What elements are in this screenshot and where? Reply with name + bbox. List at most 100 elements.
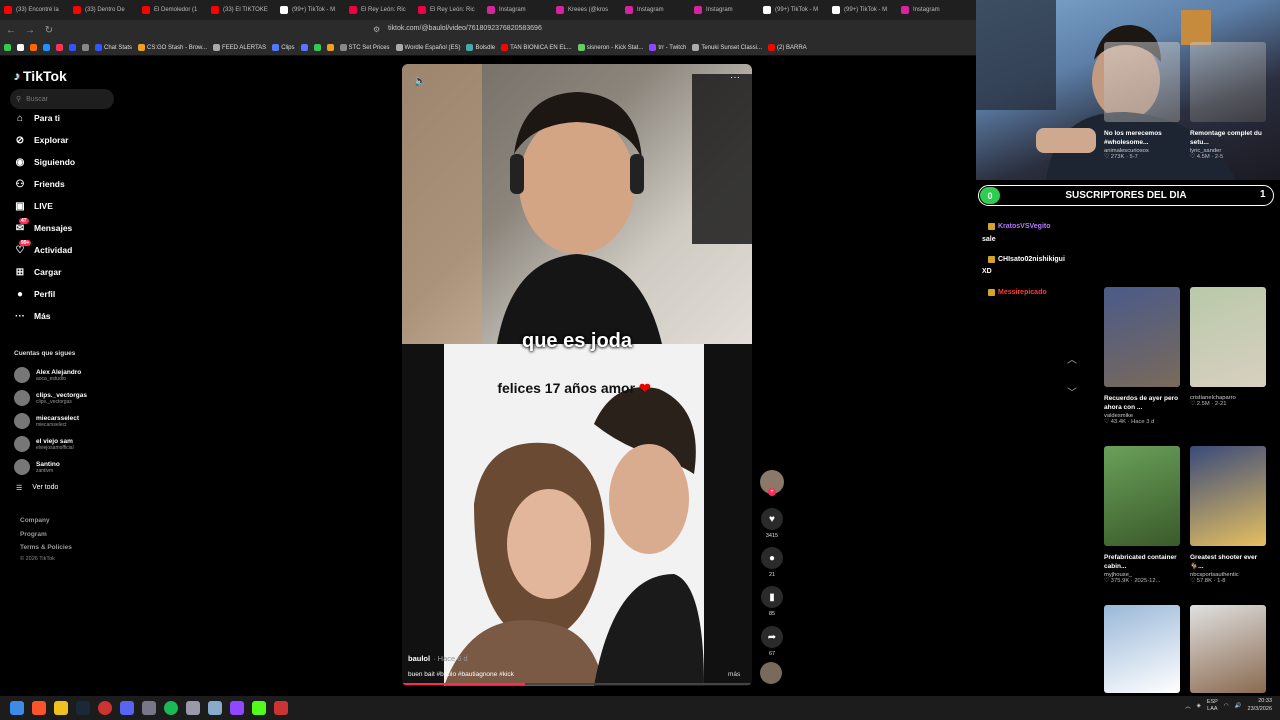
sidebar-item[interactable]: ··· Más	[14, 310, 51, 322]
following-account[interactable]: miecarsselect miecarsselect	[14, 413, 79, 429]
video-player[interactable]: que es joda felices 17 años amor ❤ 🔈 ···…	[402, 64, 752, 686]
video-thumbnail[interactable]	[1190, 42, 1266, 122]
recommended-video-card[interactable]: cristianelchaparro ♡ 2.5M · 2-21	[1190, 287, 1270, 407]
video-thumbnail[interactable]	[1190, 605, 1266, 693]
sidebar-item[interactable]: ⊞ Cargar	[14, 266, 62, 278]
sidebar-item[interactable]: ◉ Siguiendo	[14, 156, 75, 168]
tiktok-logo[interactable]: ♪ TikTok	[14, 68, 67, 84]
windows-start-icon[interactable]	[10, 701, 24, 715]
video-thumbnail[interactable]	[1190, 446, 1266, 546]
scroll-up-icon[interactable]: ︿	[1064, 350, 1080, 366]
explorer-taskbar-icon[interactable]	[54, 701, 68, 715]
recommended-video-card[interactable]: Prefabricated container cabin... myjhouse…	[1104, 446, 1184, 584]
browser-tab[interactable]: Instagram	[621, 0, 690, 20]
sidebar-item[interactable]: ● Perfil	[14, 288, 55, 300]
following-account[interactable]: Alex Alejandro aoca_estudio	[14, 367, 81, 383]
browser-tab[interactable]: El Rey León: Ric	[414, 0, 483, 20]
brave-taskbar-icon[interactable]	[32, 701, 46, 715]
bookmark-item[interactable]	[69, 44, 76, 51]
volume-icon[interactable]: 🔈	[414, 76, 426, 87]
browser-tab[interactable]: Instagram	[897, 0, 966, 20]
volume-tray-icon[interactable]: 🔊	[1235, 703, 1242, 709]
bookmark-item[interactable]	[43, 44, 50, 51]
search-input[interactable]: ⚲ Buscar	[10, 89, 114, 109]
url-field[interactable]: tiktok.com/@baulol/video/761809237682058…	[388, 25, 542, 32]
follow-plus-icon[interactable]: +	[768, 488, 776, 496]
video-thumbnail[interactable]	[1104, 287, 1180, 387]
recommended-video-card[interactable]: Remontage complet du setu... lyric_sander…	[1190, 42, 1270, 160]
bookmark-item[interactable]	[82, 44, 89, 51]
twitch-taskbar-icon[interactable]	[230, 701, 244, 715]
tray-lang[interactable]: ESP LAA	[1207, 699, 1218, 712]
app3-taskbar-icon[interactable]	[186, 701, 200, 715]
recommended-video-card[interactable]: Greatest shooter ever 🐐... nbcsportsauthe…	[1190, 446, 1270, 584]
comment-action[interactable]: ● 21	[760, 547, 784, 578]
browser-tab[interactable]: Instagram	[690, 0, 759, 20]
video-more-icon[interactable]: ···	[730, 72, 740, 83]
bookmark-item[interactable]: CS:GO Stash - Brow...	[138, 44, 207, 51]
bookmark-item[interactable]	[4, 44, 11, 51]
browser-tab[interactable]: El Demoledor (1	[138, 0, 207, 20]
bookmark-item[interactable]	[313, 44, 321, 51]
sound-avatar[interactable]	[760, 662, 782, 684]
video-author[interactable]: baulol · Hace 6 d	[408, 654, 468, 663]
recommended-video-card[interactable]: No los merecemos #wholesome... animalescu…	[1104, 42, 1184, 160]
bookmark-item[interactable]: STC Set Prices	[339, 44, 390, 51]
following-account[interactable]: el viejo sam elviejosamofficial	[14, 436, 74, 452]
bookmark-item[interactable]: sisneron - Kick Stat...	[577, 44, 643, 51]
bookmark-item[interactable]	[300, 44, 308, 51]
tray-app-icon[interactable]: ◈	[1197, 703, 1201, 709]
video-progress-bar[interactable]	[402, 683, 752, 685]
browser-tab[interactable]: (33) El TIKTOKE	[207, 0, 276, 20]
recommended-video-card[interactable]: Recuerdos de ayer pero ahora con ... vald…	[1104, 287, 1184, 425]
clock[interactable]: 20:33 23/3/2026	[1248, 698, 1272, 713]
browser-tab[interactable]: (99+) TikTok - M	[828, 0, 897, 20]
bookmark-item[interactable]	[56, 44, 63, 51]
footer-link[interactable]: Program	[20, 531, 47, 538]
sidebar-item[interactable]: ⚇ Friends	[14, 178, 65, 190]
app-taskbar-icon[interactable]	[98, 701, 112, 715]
sidebar-item[interactable]: ✉ 47 Mensajes	[14, 218, 72, 234]
sidebar-item[interactable]: ⊘ Explorar	[14, 134, 69, 146]
browser-tab[interactable]: Kreees (@kros	[552, 0, 621, 20]
bookmark-item[interactable]: FEED ALERTAS	[213, 44, 266, 51]
app2-taskbar-icon[interactable]	[142, 701, 156, 715]
bookmark-item[interactable]	[326, 44, 334, 51]
browser-tab[interactable]: (99+) TikTok - M	[759, 0, 828, 20]
bookmark-item[interactable]: Tenuki Sunset Classi...	[692, 44, 762, 51]
video-thumbnail[interactable]	[1104, 42, 1180, 122]
discord-taskbar-icon[interactable]	[120, 701, 134, 715]
browser-tab[interactable]: (33) Dentro De	[69, 0, 138, 20]
video-thumbnail[interactable]	[1190, 287, 1266, 387]
bookmark-item[interactable]: Wordle Español (ES)	[395, 44, 460, 51]
more-link[interactable]: más	[728, 671, 740, 678]
bookmark-item[interactable]	[30, 44, 37, 51]
back-icon[interactable]: ←	[3, 22, 19, 38]
app4-taskbar-icon[interactable]	[208, 701, 222, 715]
reload-icon[interactable]: ↻	[41, 22, 57, 38]
bookmark-item[interactable]	[17, 44, 24, 51]
tray-chevron-icon[interactable]: ︿	[1185, 702, 1191, 710]
wifi-icon[interactable]: ◠	[1224, 703, 1229, 709]
following-account[interactable]: clips._vectorgas clips._vectorgas	[14, 390, 87, 406]
app5-taskbar-icon[interactable]	[274, 701, 288, 715]
see-all-link[interactable]: ☰ Ver todo	[16, 484, 58, 492]
footer-link[interactable]: Company	[20, 517, 50, 524]
share-action[interactable]: ➦ 67	[760, 626, 784, 657]
browser-tab[interactable]: (99+) TikTok - M	[276, 0, 345, 20]
video-thumbnail[interactable]	[1104, 446, 1180, 546]
sidebar-item[interactable]: ▣ LIVE	[14, 200, 53, 212]
browser-tab[interactable]: Instagram	[483, 0, 552, 20]
like-action[interactable]: ♥ 3415	[760, 508, 784, 539]
bookmark-item[interactable]: Bolsdle	[466, 44, 495, 51]
footer-link[interactable]: Terms & Policies	[20, 544, 72, 551]
steam-taskbar-icon[interactable]	[76, 701, 90, 715]
bookmark-item[interactable]: Chat Stats	[95, 44, 132, 51]
forward-icon[interactable]: →	[22, 22, 38, 38]
bookmark-item[interactable]: Clips	[272, 44, 295, 51]
video-thumbnail[interactable]	[1104, 605, 1180, 693]
bookmark-action[interactable]: ▮ 85	[760, 586, 784, 617]
sidebar-item[interactable]: ♡ 99+ Actividad	[14, 240, 72, 256]
bookmark-item[interactable]: (2) BARRA	[768, 44, 807, 51]
sidebar-item[interactable]: ⌂ Para ti	[14, 112, 60, 124]
